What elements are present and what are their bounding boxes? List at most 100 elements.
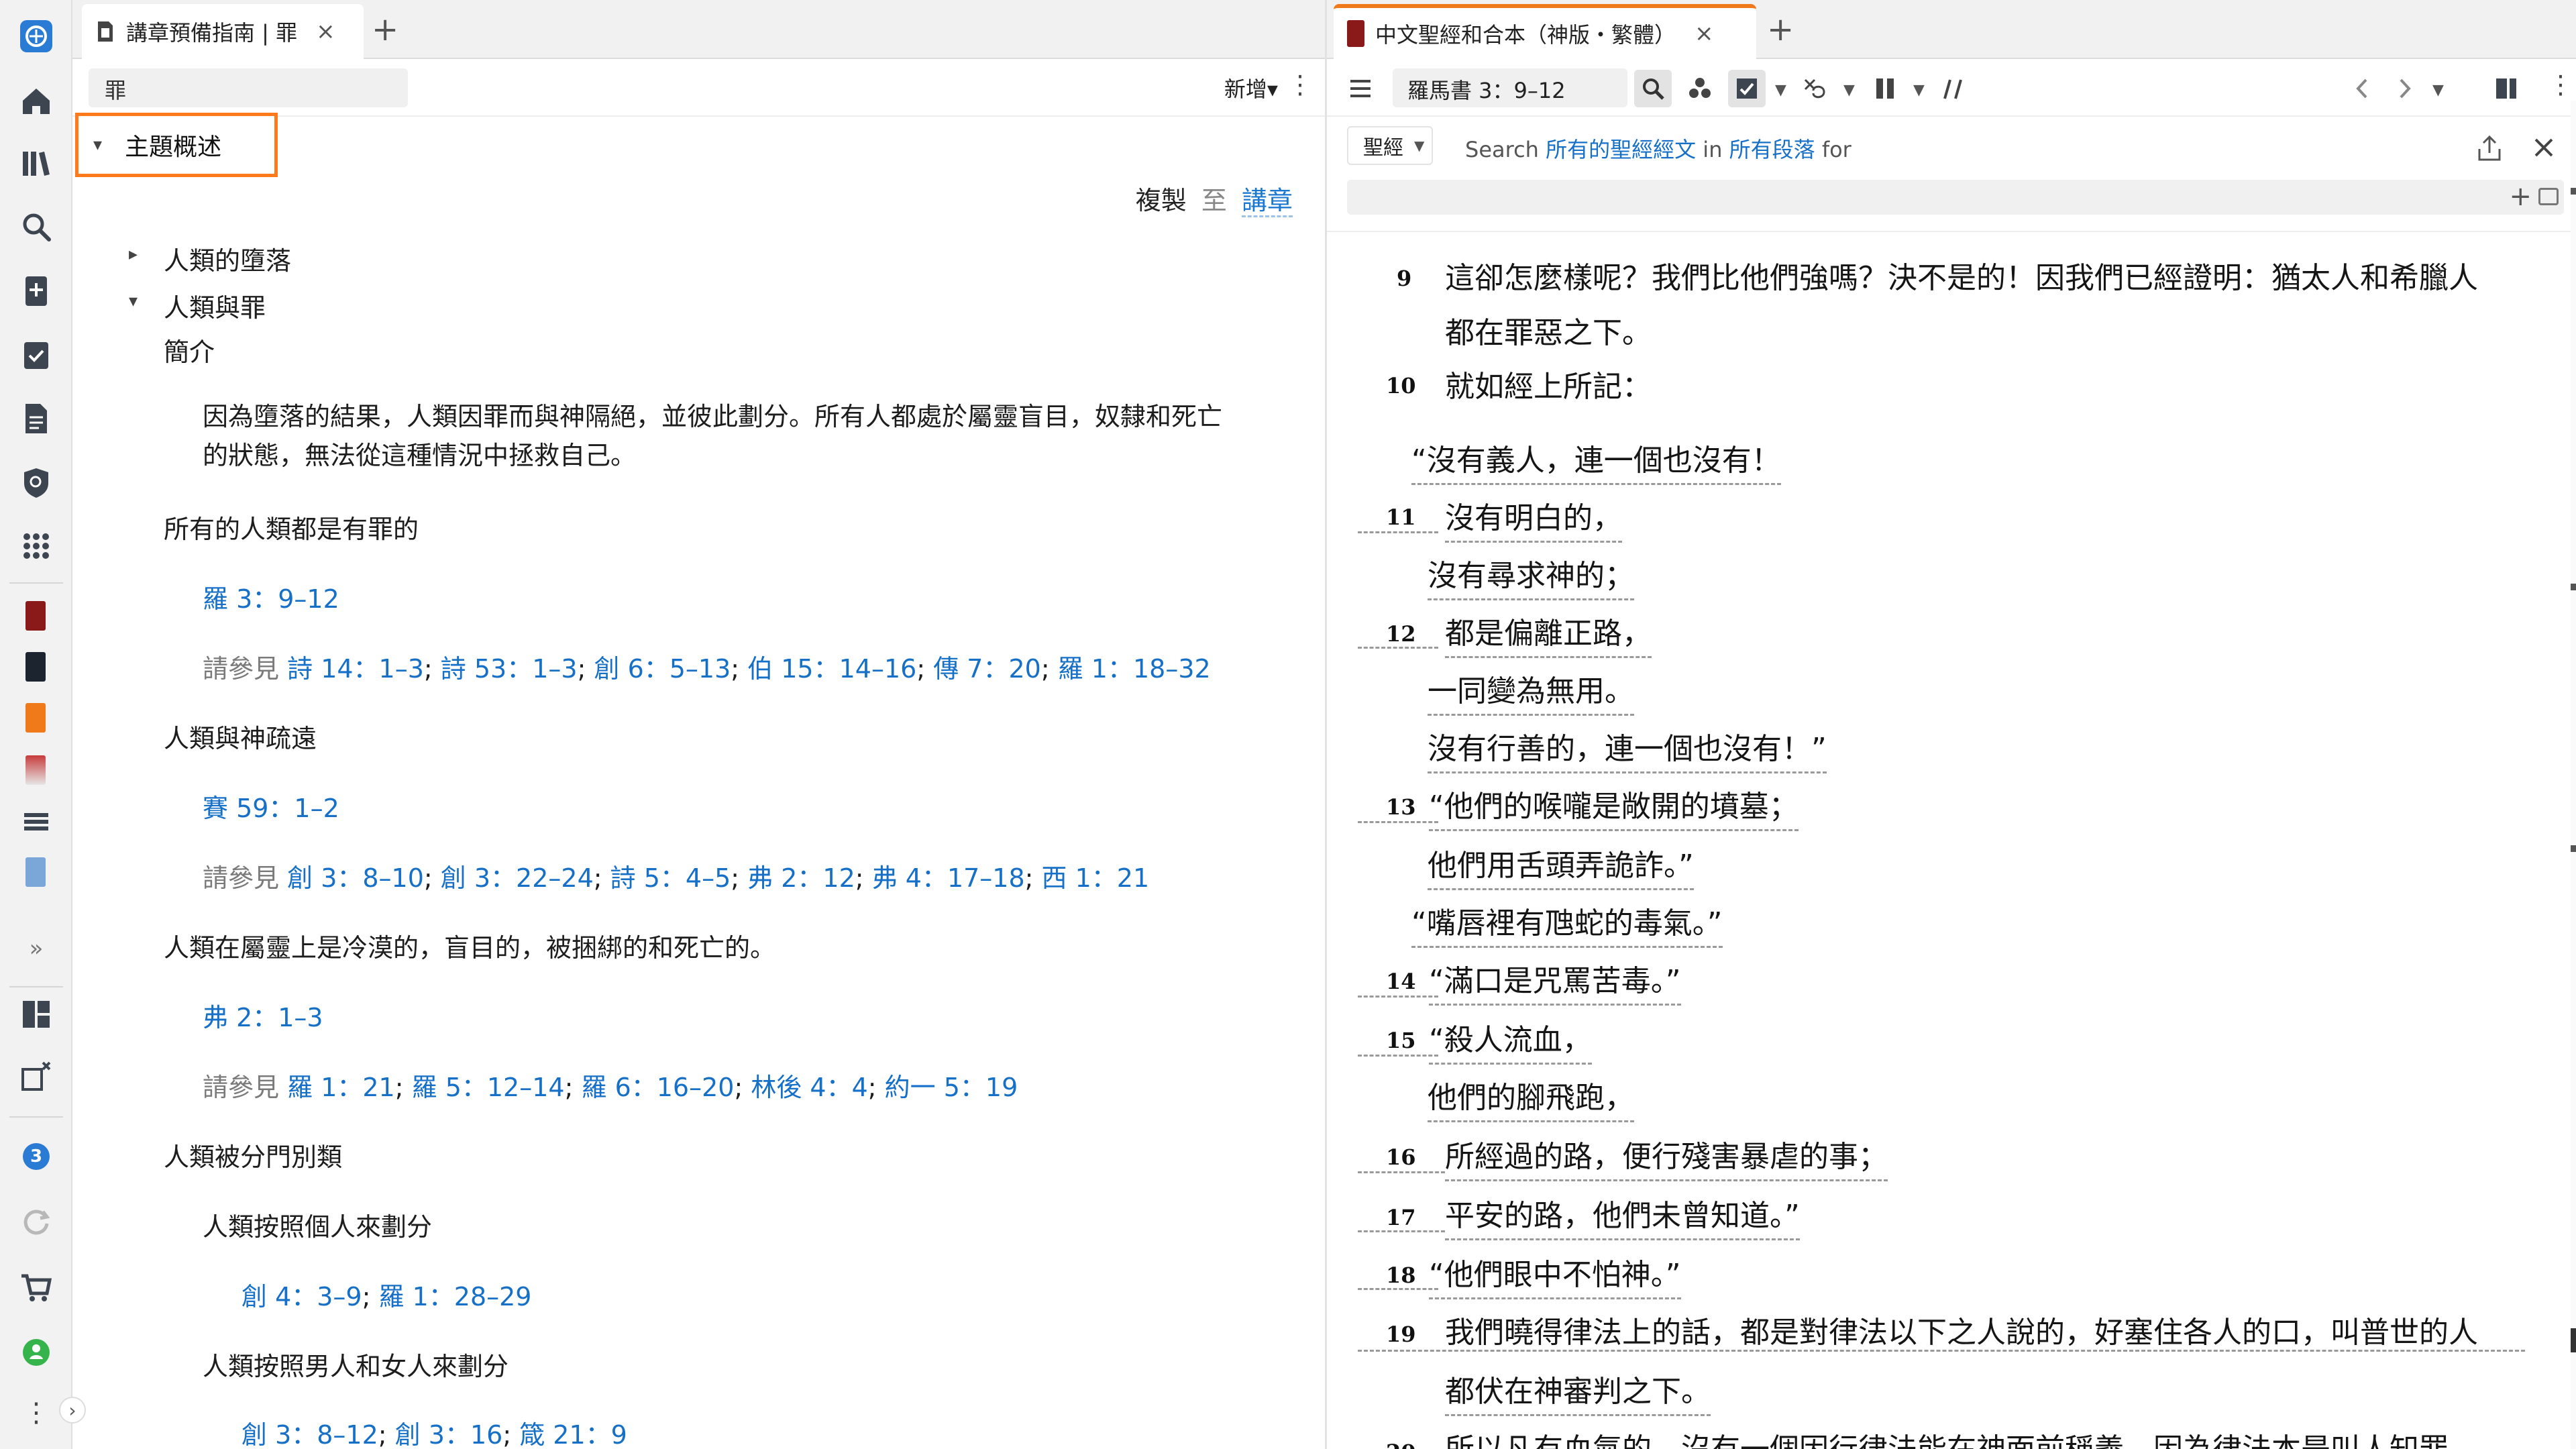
close-tab-icon[interactable]: ×: [316, 18, 335, 45]
verse-text[interactable]: 他們用舌頭弄詭詐。”: [1428, 841, 1694, 890]
topic-search-input[interactable]: 罪: [89, 68, 408, 107]
scripture-ref[interactable]: 詩 14：1–3: [287, 654, 424, 684]
new-tab-button[interactable]: +: [1767, 11, 1794, 48]
recent-book-dark-icon[interactable]: [25, 652, 46, 682]
verse-number[interactable]: 16: [1386, 1144, 1416, 1170]
chevron-right-icon[interactable]: ▸: [129, 244, 138, 264]
verse-number[interactable]: 15: [1386, 1028, 1416, 1053]
verse-number[interactable]: 13: [1386, 794, 1416, 820]
verse-text[interactable]: “滿口是咒罵苦毒。”: [1429, 957, 1681, 1006]
left-panel-menu-icon[interactable]: ⋮: [1287, 70, 1313, 99]
scripture-ref[interactable]: 弗 4：17–18: [872, 863, 1025, 893]
tab-sermon-guide[interactable]: 講章預備指南 | 罪 ×: [82, 4, 364, 59]
verse-text[interactable]: 沒有明白的，: [1445, 494, 1622, 543]
home-icon[interactable]: [16, 80, 56, 121]
section-topic-overview[interactable]: ▾ 主題概述: [75, 113, 278, 177]
cart-icon[interactable]: [16, 1268, 56, 1308]
verse-text[interactable]: “嘴唇裡有虺蛇的毒氣。”: [1411, 899, 1723, 948]
scripture-ref[interactable]: 詩 53：1–3: [441, 654, 578, 684]
bible-panel-menu-icon[interactable]: ⋮: [2548, 70, 2573, 99]
verse-number[interactable]: 12: [1386, 621, 1416, 647]
expand-rail-button[interactable]: »: [16, 928, 56, 969]
verse-text[interactable]: 所以凡有血氣的，沒有一個因行律法能在神面前稱義，因為律法本是叫人知罪。: [1445, 1425, 2478, 1449]
verse-text[interactable]: 都伏在神審判之下。: [1445, 1367, 1711, 1416]
verse-text[interactable]: 這卻怎麼樣呢？我們比他們強嗎？決不是的！因我們已經證明：猶太人和希臘人: [1445, 254, 2478, 297]
hamburger-menu-icon[interactable]: [1342, 70, 1379, 107]
stack-icon[interactable]: [16, 801, 56, 841]
close-search-icon[interactable]: [2530, 134, 2557, 161]
user-avatar-icon[interactable]: [16, 1332, 56, 1373]
scripture-ref[interactable]: 創 3：8–10: [287, 863, 424, 893]
interlinear-icon[interactable]: [1796, 70, 1834, 107]
bible-add-icon[interactable]: [16, 271, 56, 311]
scripture-ref[interactable]: 詩 5：4–5: [610, 863, 731, 893]
verse-number[interactable]: 11: [1386, 504, 1416, 530]
scripture-ref[interactable]: 傳 7：20: [933, 654, 1041, 684]
scripture-ref[interactable]: 創 3：8–12: [241, 1420, 378, 1449]
logos-app-icon[interactable]: [16, 16, 56, 56]
scripture-ref[interactable]: 羅 1：21: [287, 1073, 395, 1102]
verse-number[interactable]: 19: [1386, 1322, 1416, 1347]
visual-filter-icon[interactable]: [1681, 70, 1719, 107]
search-scope-dropdown[interactable]: 聖經 ▼: [1347, 126, 1433, 165]
verse-text[interactable]: 就如經上所記：: [1445, 362, 1652, 405]
verse-text[interactable]: “他們眼中不怕神。”: [1429, 1250, 1681, 1299]
verse-text[interactable]: “他們的喉嚨是敞開的墳墓；: [1429, 782, 1799, 831]
copy-button[interactable]: 複製: [1136, 186, 1187, 215]
verse-number[interactable]: 18: [1386, 1263, 1416, 1288]
scripture-ref[interactable]: 弗 2：1–3: [203, 997, 323, 1034]
scripture-ref[interactable]: 羅 1：28–29: [379, 1282, 532, 1311]
verse-text[interactable]: 沒有行善的，連一個也沒有！”: [1428, 724, 1827, 773]
text-display-icon[interactable]: [1728, 70, 1766, 107]
collapse-rail-button[interactable]: ›: [59, 1397, 86, 1424]
scripture-ref[interactable]: 伯 15：14–16: [747, 654, 916, 684]
parallel-lines-icon[interactable]: [1935, 70, 1972, 107]
search-field-link[interactable]: 所有段落: [1729, 137, 1815, 162]
verse-text[interactable]: 平安的路，他們未曾知道。”: [1445, 1191, 1800, 1240]
search-icon[interactable]: [16, 207, 56, 247]
verse-text[interactable]: 沒有尋求神的；: [1428, 551, 1634, 600]
reference-input[interactable]: 羅馬書 3：9–12: [1393, 68, 1627, 107]
document-icon[interactable]: [16, 398, 56, 439]
chevron-down-icon[interactable]: ▼: [1843, 82, 1855, 99]
scripture-ref[interactable]: 羅 6：16–20: [581, 1073, 734, 1102]
chevron-down-icon[interactable]: ▼: [1775, 82, 1786, 99]
verse-number[interactable]: 14: [1386, 969, 1416, 994]
panel-layout-icon[interactable]: [2487, 70, 2525, 107]
copy-target-link[interactable]: 講章: [1241, 186, 1293, 217]
verse-text[interactable]: 都在罪惡之下。: [1445, 309, 1652, 352]
recent-book-blue-icon[interactable]: [25, 857, 46, 887]
scripture-ref[interactable]: 箴 21：9: [519, 1420, 627, 1449]
verse-number[interactable]: 17: [1386, 1205, 1416, 1230]
scripture-ref[interactable]: 弗 2：12: [747, 863, 855, 893]
verse-number[interactable]: 9: [1397, 266, 1411, 291]
search-query-input[interactable]: +: [1347, 180, 2564, 215]
library-icon[interactable]: [16, 144, 56, 184]
keyboard-icon[interactable]: [2538, 188, 2559, 205]
parallel-resources-icon[interactable]: [1866, 70, 1904, 107]
scripture-ref[interactable]: 創 3：22–24: [441, 863, 594, 893]
checklist-icon[interactable]: [16, 335, 56, 376]
scripture-ref[interactable]: 約一 5：19: [885, 1073, 1018, 1102]
scripture-ref[interactable]: 羅 3：9–12: [203, 578, 339, 615]
forward-arrow-icon[interactable]: [2385, 70, 2423, 107]
back-arrow-icon[interactable]: [2344, 70, 2381, 107]
layouts-icon[interactable]: [16, 994, 56, 1034]
recent-book-gradient-icon[interactable]: [25, 755, 46, 785]
outline-item-fall[interactable]: 人類的墮落: [164, 240, 291, 277]
shield-search-icon[interactable]: [16, 463, 56, 503]
scripture-ref[interactable]: 創 4：3–9: [241, 1282, 362, 1311]
tab-bible-cuv[interactable]: 中文聖經和合本（神版・繁體） ×: [1334, 4, 1756, 59]
scripture-ref[interactable]: 創 3：16: [395, 1420, 503, 1449]
close-panels-icon[interactable]: [16, 1056, 56, 1096]
verse-text[interactable]: 一同變為無用。: [1428, 667, 1634, 716]
sync-icon[interactable]: [16, 1201, 56, 1241]
scripture-ref[interactable]: 林後 4：4: [751, 1073, 867, 1102]
scripture-ref[interactable]: 羅 5：12–14: [412, 1073, 565, 1102]
notification-badge[interactable]: 3: [16, 1136, 56, 1177]
recent-book-orange-icon[interactable]: [25, 703, 46, 733]
close-tab-icon[interactable]: ×: [1695, 20, 1714, 47]
chevron-down-icon[interactable]: ▾: [129, 291, 138, 311]
add-menu-button[interactable]: 新增▾: [1224, 72, 1278, 103]
scripture-ref[interactable]: 創 6：5–13: [594, 654, 731, 684]
